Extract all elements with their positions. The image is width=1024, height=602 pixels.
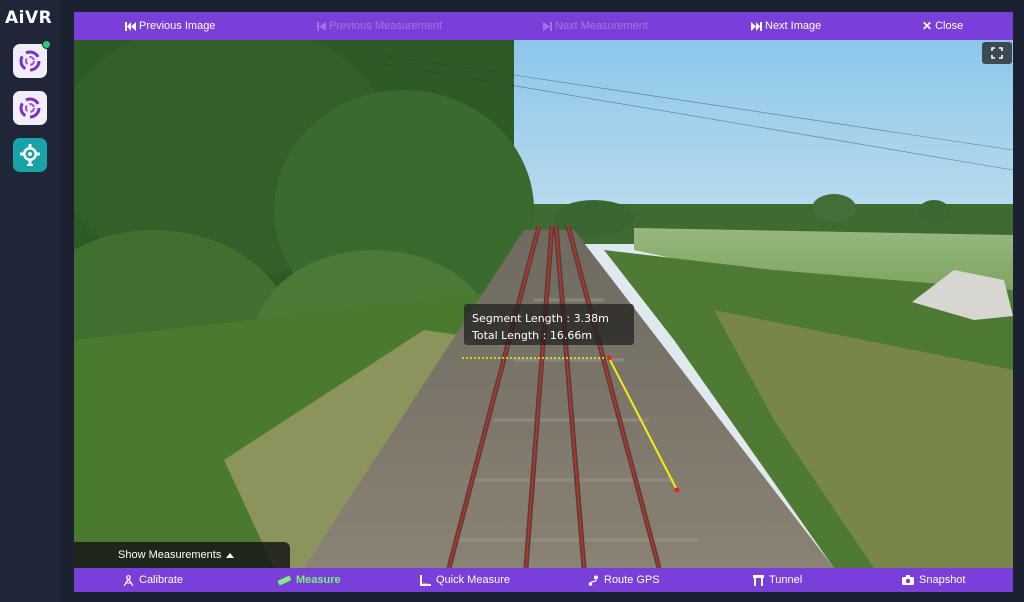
gear-bulb-icon: [20, 144, 40, 166]
next-measurement-button[interactable]: Next Measurement: [543, 12, 648, 40]
caret-up-icon: [226, 553, 235, 558]
sidebar-settings-button[interactable]: [13, 138, 47, 172]
expand-icon: [991, 47, 1003, 59]
close-button[interactable]: ✕ Close: [922, 12, 963, 40]
measure-point-start[interactable]: [606, 355, 612, 361]
tunnel-button[interactable]: Tunnel: [753, 568, 802, 592]
next-image-button[interactable]: Next Image: [751, 12, 821, 40]
quick-measure-button[interactable]: Quick Measure: [420, 568, 510, 592]
ruler-icon: [278, 575, 291, 585]
segment-length-text: Segment Length : 3.38m: [472, 312, 609, 325]
next-image-label: Next Image: [765, 20, 822, 32]
calibrate-icon: [123, 574, 134, 586]
railway-track-image[interactable]: Segment Length : 3.38m Total Length : 16…: [74, 40, 1013, 568]
calibrate-label: Calibrate: [139, 574, 184, 586]
measure-button[interactable]: Measure: [278, 568, 341, 592]
skip-back-icon: [125, 21, 136, 31]
aivr-swirl-icon: [19, 97, 41, 119]
sidebar-view-button[interactable]: [13, 91, 47, 125]
tunnel-label: Tunnel: [769, 574, 803, 586]
quick-measure-label: Quick Measure: [436, 574, 510, 586]
step-back-icon: [317, 21, 326, 31]
ruler-combined-icon: [420, 574, 431, 586]
measure-label: Measure: [296, 574, 341, 586]
next-measurement-label: Next Measurement: [555, 20, 648, 32]
total-length-text: Total Length : 16.66m: [472, 329, 593, 342]
snapshot-button[interactable]: Snapshot: [902, 568, 965, 592]
tool-bar: Calibrate Measure Quick Measure Route GP…: [74, 568, 1013, 592]
close-icon: ✕: [922, 19, 933, 33]
aivr-swirl-icon: [19, 50, 41, 72]
show-measurements-toggle[interactable]: Show Measurements: [74, 542, 290, 568]
previous-measurement-button[interactable]: Previous Measurement: [317, 12, 442, 40]
app-logo: AiVR: [5, 8, 53, 28]
route-gps-button[interactable]: Route GPS: [588, 568, 660, 592]
image-viewer: Previous Image Previous Measurement Next…: [74, 12, 1013, 592]
sidebar: AiVR: [0, 0, 60, 602]
calibrate-button[interactable]: Calibrate: [123, 568, 183, 592]
snapshot-label: Snapshot: [919, 574, 966, 586]
image-nav-bar: Previous Image Previous Measurement Next…: [74, 12, 1013, 40]
skip-forward-icon: [751, 21, 762, 31]
measurement-tooltip: Segment Length : 3.38m Total Length : 16…: [464, 304, 634, 345]
step-forward-icon: [543, 21, 552, 31]
fullscreen-button[interactable]: [982, 42, 1012, 64]
sidebar-session-button[interactable]: [13, 40, 51, 78]
previous-image-button[interactable]: Previous Image: [125, 12, 215, 40]
route-gps-label: Route GPS: [604, 574, 660, 586]
previous-measurement-label: Previous Measurement: [329, 20, 443, 32]
close-label: Close: [935, 20, 964, 32]
tunnel-icon: [753, 574, 764, 586]
show-measurements-label: Show Measurements: [118, 549, 222, 561]
route-icon: [588, 575, 598, 586]
online-status-dot: [42, 40, 51, 49]
previous-image-label: Previous Image: [139, 20, 216, 32]
camera-icon: [902, 575, 914, 585]
measure-point-end[interactable]: [674, 487, 680, 493]
